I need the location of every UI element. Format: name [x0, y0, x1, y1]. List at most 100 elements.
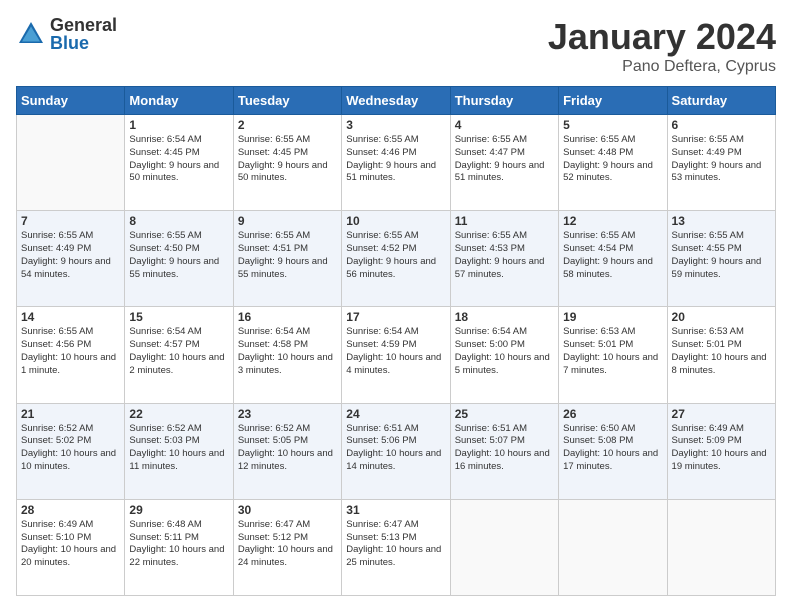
calendar-location: Pano Deftera, Cyprus [548, 58, 776, 76]
calendar-cell: 7 Sunrise: 6:55 AMSunset: 4:49 PMDayligh… [17, 211, 125, 307]
logo-text: General Blue [50, 16, 117, 52]
day-info: Sunrise: 6:55 AMSunset: 4:54 PMDaylight:… [563, 230, 662, 281]
calendar-week-row: 1 Sunrise: 6:54 AMSunset: 4:45 PMDayligh… [17, 115, 776, 211]
calendar-cell: 3 Sunrise: 6:55 AMSunset: 4:46 PMDayligh… [342, 115, 450, 211]
day-info: Sunrise: 6:55 AMSunset: 4:47 PMDaylight:… [455, 134, 554, 185]
calendar-cell [559, 499, 667, 595]
calendar-cell: 5 Sunrise: 6:55 AMSunset: 4:48 PMDayligh… [559, 115, 667, 211]
day-number: 23 [238, 407, 337, 421]
day-number: 24 [346, 407, 445, 421]
calendar-cell [667, 499, 775, 595]
day-number: 21 [21, 407, 120, 421]
day-info: Sunrise: 6:55 AMSunset: 4:45 PMDaylight:… [238, 134, 337, 185]
day-info: Sunrise: 6:54 AMSunset: 4:45 PMDaylight:… [129, 134, 228, 185]
calendar-header-tuesday: Tuesday [233, 87, 341, 115]
day-info: Sunrise: 6:55 AMSunset: 4:48 PMDaylight:… [563, 134, 662, 185]
calendar-cell: 25 Sunrise: 6:51 AMSunset: 5:07 PMDaylig… [450, 403, 558, 499]
day-number: 20 [672, 310, 771, 324]
calendar-cell: 9 Sunrise: 6:55 AMSunset: 4:51 PMDayligh… [233, 211, 341, 307]
calendar-cell: 26 Sunrise: 6:50 AMSunset: 5:08 PMDaylig… [559, 403, 667, 499]
day-number: 4 [455, 118, 554, 132]
calendar-cell: 27 Sunrise: 6:49 AMSunset: 5:09 PMDaylig… [667, 403, 775, 499]
calendar-header-saturday: Saturday [667, 87, 775, 115]
calendar-cell [450, 499, 558, 595]
day-number: 30 [238, 503, 337, 517]
calendar-cell: 17 Sunrise: 6:54 AMSunset: 4:59 PMDaylig… [342, 307, 450, 403]
calendar-cell: 12 Sunrise: 6:55 AMSunset: 4:54 PMDaylig… [559, 211, 667, 307]
logo-general: General [50, 16, 117, 34]
calendar-header-sunday: Sunday [17, 87, 125, 115]
calendar-cell: 19 Sunrise: 6:53 AMSunset: 5:01 PMDaylig… [559, 307, 667, 403]
day-number: 25 [455, 407, 554, 421]
day-number: 6 [672, 118, 771, 132]
calendar-cell: 23 Sunrise: 6:52 AMSunset: 5:05 PMDaylig… [233, 403, 341, 499]
day-info: Sunrise: 6:55 AMSunset: 4:56 PMDaylight:… [21, 326, 120, 377]
calendar-cell: 16 Sunrise: 6:54 AMSunset: 4:58 PMDaylig… [233, 307, 341, 403]
day-info: Sunrise: 6:48 AMSunset: 5:11 PMDaylight:… [129, 519, 228, 570]
day-number: 18 [455, 310, 554, 324]
calendar-cell: 1 Sunrise: 6:54 AMSunset: 4:45 PMDayligh… [125, 115, 233, 211]
calendar-cell: 4 Sunrise: 6:55 AMSunset: 4:47 PMDayligh… [450, 115, 558, 211]
day-number: 10 [346, 214, 445, 228]
logo-icon [16, 19, 46, 49]
calendar-cell: 11 Sunrise: 6:55 AMSunset: 4:53 PMDaylig… [450, 211, 558, 307]
day-info: Sunrise: 6:54 AMSunset: 5:00 PMDaylight:… [455, 326, 554, 377]
calendar-cell: 28 Sunrise: 6:49 AMSunset: 5:10 PMDaylig… [17, 499, 125, 595]
day-number: 8 [129, 214, 228, 228]
calendar-header-friday: Friday [559, 87, 667, 115]
day-number: 16 [238, 310, 337, 324]
calendar-cell: 22 Sunrise: 6:52 AMSunset: 5:03 PMDaylig… [125, 403, 233, 499]
day-info: Sunrise: 6:52 AMSunset: 5:05 PMDaylight:… [238, 423, 337, 474]
day-info: Sunrise: 6:49 AMSunset: 5:09 PMDaylight:… [672, 423, 771, 474]
day-info: Sunrise: 6:49 AMSunset: 5:10 PMDaylight:… [21, 519, 120, 570]
day-number: 7 [21, 214, 120, 228]
calendar-cell: 18 Sunrise: 6:54 AMSunset: 5:00 PMDaylig… [450, 307, 558, 403]
calendar-cell: 30 Sunrise: 6:47 AMSunset: 5:12 PMDaylig… [233, 499, 341, 595]
day-info: Sunrise: 6:55 AMSunset: 4:55 PMDaylight:… [672, 230, 771, 281]
day-info: Sunrise: 6:53 AMSunset: 5:01 PMDaylight:… [672, 326, 771, 377]
calendar-header-monday: Monday [125, 87, 233, 115]
day-info: Sunrise: 6:51 AMSunset: 5:06 PMDaylight:… [346, 423, 445, 474]
calendar-cell: 24 Sunrise: 6:51 AMSunset: 5:06 PMDaylig… [342, 403, 450, 499]
day-info: Sunrise: 6:55 AMSunset: 4:52 PMDaylight:… [346, 230, 445, 281]
day-info: Sunrise: 6:55 AMSunset: 4:49 PMDaylight:… [672, 134, 771, 185]
calendar-cell: 8 Sunrise: 6:55 AMSunset: 4:50 PMDayligh… [125, 211, 233, 307]
day-info: Sunrise: 6:55 AMSunset: 4:51 PMDaylight:… [238, 230, 337, 281]
day-info: Sunrise: 6:52 AMSunset: 5:02 PMDaylight:… [21, 423, 120, 474]
day-number: 13 [672, 214, 771, 228]
calendar-cell: 13 Sunrise: 6:55 AMSunset: 4:55 PMDaylig… [667, 211, 775, 307]
calendar-cell: 15 Sunrise: 6:54 AMSunset: 4:57 PMDaylig… [125, 307, 233, 403]
calendar-cell: 6 Sunrise: 6:55 AMSunset: 4:49 PMDayligh… [667, 115, 775, 211]
day-info: Sunrise: 6:55 AMSunset: 4:46 PMDaylight:… [346, 134, 445, 185]
calendar-cell: 21 Sunrise: 6:52 AMSunset: 5:02 PMDaylig… [17, 403, 125, 499]
logo: General Blue [16, 16, 117, 52]
calendar-title: January 2024 [548, 16, 776, 58]
day-info: Sunrise: 6:55 AMSunset: 4:49 PMDaylight:… [21, 230, 120, 281]
calendar-week-row: 28 Sunrise: 6:49 AMSunset: 5:10 PMDaylig… [17, 499, 776, 595]
calendar-cell: 20 Sunrise: 6:53 AMSunset: 5:01 PMDaylig… [667, 307, 775, 403]
day-number: 1 [129, 118, 228, 132]
day-number: 28 [21, 503, 120, 517]
day-number: 3 [346, 118, 445, 132]
calendar-cell: 31 Sunrise: 6:47 AMSunset: 5:13 PMDaylig… [342, 499, 450, 595]
day-info: Sunrise: 6:54 AMSunset: 4:59 PMDaylight:… [346, 326, 445, 377]
day-number: 2 [238, 118, 337, 132]
calendar-cell: 10 Sunrise: 6:55 AMSunset: 4:52 PMDaylig… [342, 211, 450, 307]
calendar-header-row: SundayMondayTuesdayWednesdayThursdayFrid… [17, 87, 776, 115]
calendar-header-thursday: Thursday [450, 87, 558, 115]
day-number: 12 [563, 214, 662, 228]
day-info: Sunrise: 6:51 AMSunset: 5:07 PMDaylight:… [455, 423, 554, 474]
day-number: 11 [455, 214, 554, 228]
page: General Blue January 2024 Pano Deftera, … [0, 0, 792, 612]
day-number: 26 [563, 407, 662, 421]
calendar-table: SundayMondayTuesdayWednesdayThursdayFrid… [16, 86, 776, 596]
calendar-cell: 29 Sunrise: 6:48 AMSunset: 5:11 PMDaylig… [125, 499, 233, 595]
day-info: Sunrise: 6:54 AMSunset: 4:58 PMDaylight:… [238, 326, 337, 377]
day-info: Sunrise: 6:47 AMSunset: 5:13 PMDaylight:… [346, 519, 445, 570]
title-section: January 2024 Pano Deftera, Cyprus [548, 16, 776, 76]
logo-blue: Blue [50, 34, 117, 52]
calendar-cell: 2 Sunrise: 6:55 AMSunset: 4:45 PMDayligh… [233, 115, 341, 211]
day-number: 14 [21, 310, 120, 324]
calendar-week-row: 7 Sunrise: 6:55 AMSunset: 4:49 PMDayligh… [17, 211, 776, 307]
calendar-cell: 14 Sunrise: 6:55 AMSunset: 4:56 PMDaylig… [17, 307, 125, 403]
